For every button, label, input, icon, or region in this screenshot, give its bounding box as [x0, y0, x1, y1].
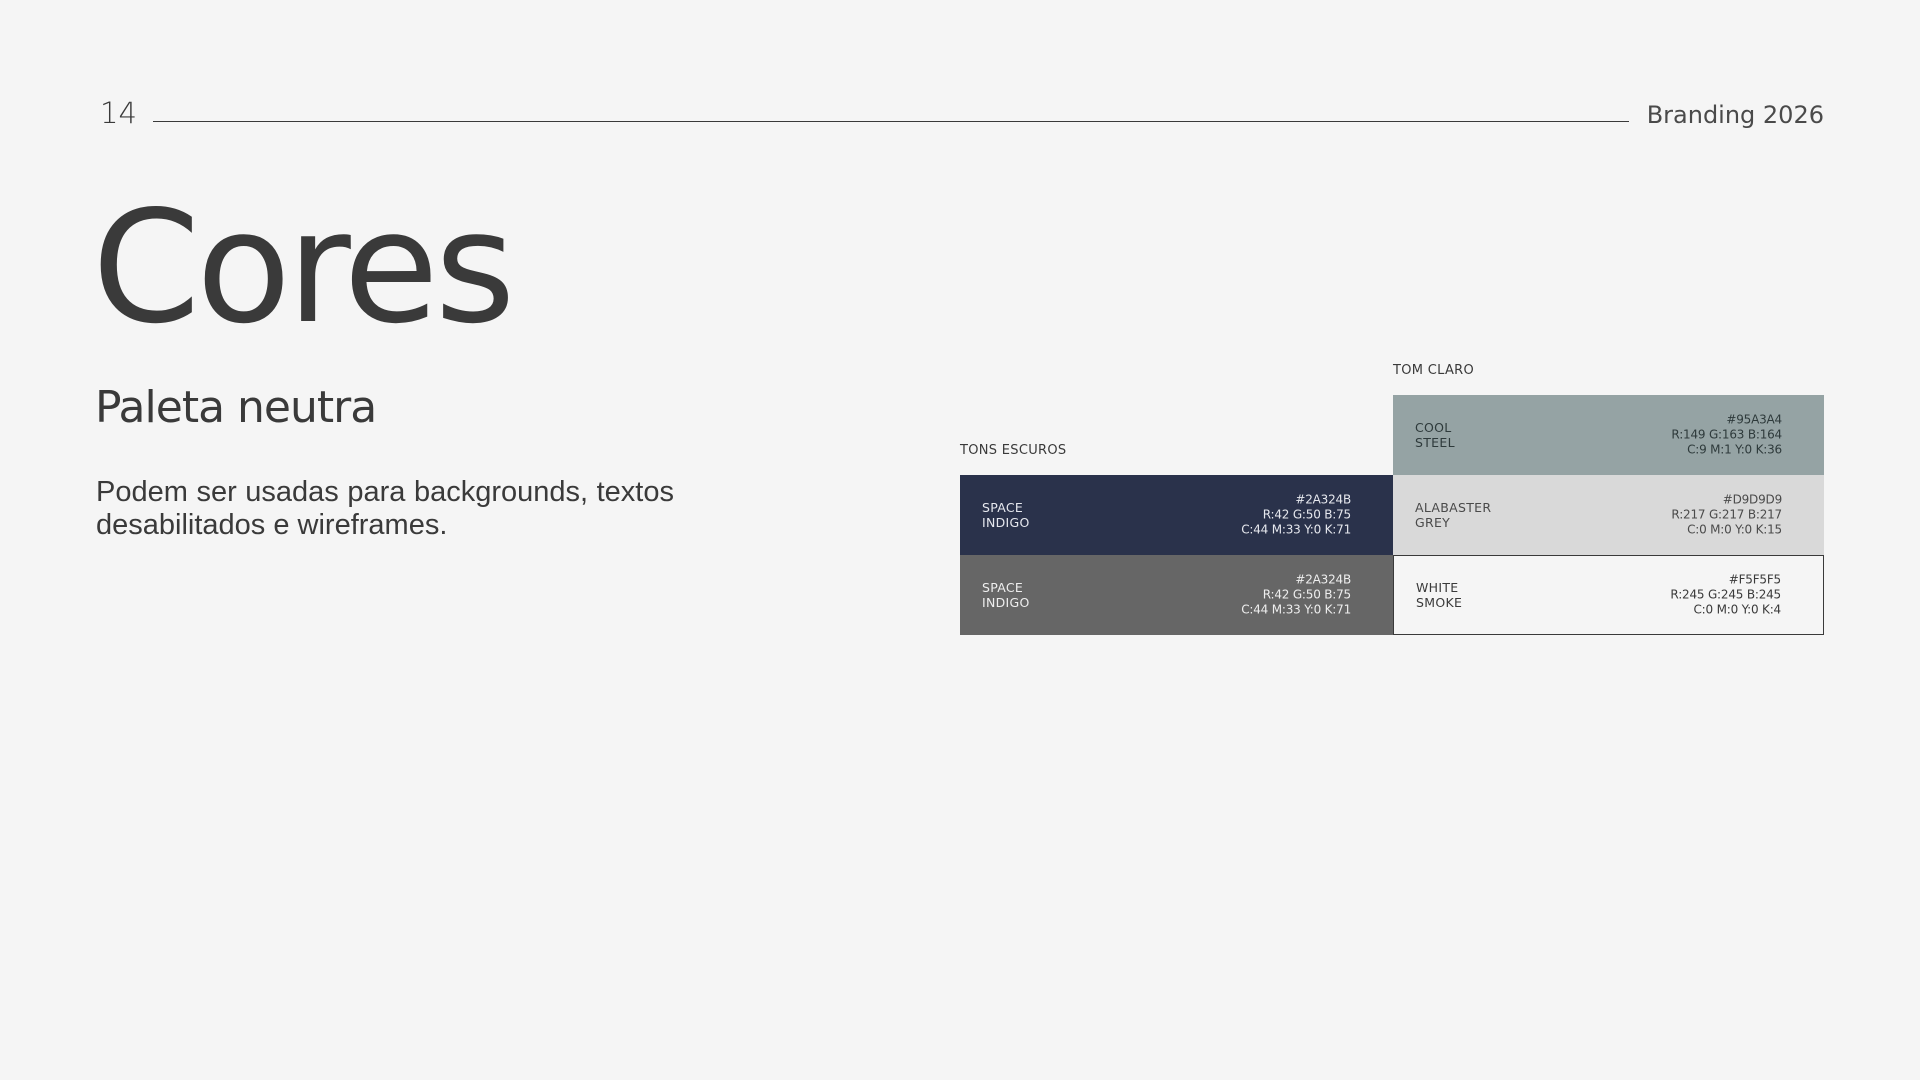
brand-label: Branding 2026 — [1646, 101, 1824, 129]
swatch-codes: #2A324B R:42 G:50 B:75 C:44 M:33 Y:0 K:7… — [1241, 493, 1351, 538]
swatch-name-line2: INDIGO — [982, 515, 1030, 530]
header-divider — [153, 121, 1629, 122]
swatch-rgb: R:245 G:245 B:245 — [1670, 587, 1781, 602]
swatch-name-line2: STEEL — [1415, 435, 1455, 450]
swatch-rgb: R:217 G:217 B:217 — [1671, 507, 1782, 522]
swatch-codes: #D9D9D9 R:217 G:217 B:217 C:0 M:0 Y:0 K:… — [1671, 493, 1782, 538]
swatch-cmyk: C:9 M:1 Y:0 K:36 — [1687, 442, 1782, 457]
page-title: Cores — [92, 177, 515, 358]
swatch-cmyk: C:44 M:33 Y:0 K:71 — [1241, 522, 1351, 537]
swatch-hex: #2A324B — [1295, 572, 1351, 587]
description-text: Podem ser usadas para backgrounds, texto… — [96, 476, 674, 541]
swatch-name: SPACE INDIGO — [982, 500, 1030, 530]
swatch-space-indigo: SPACE INDIGO #2A324B R:42 G:50 B:75 C:44… — [960, 475, 1393, 555]
page-number: 14 — [100, 96, 137, 130]
swatch-rgb: R:149 G:163 B:164 — [1671, 427, 1782, 442]
swatch-alabaster-grey: ALABASTER GREY #D9D9D9 R:217 G:217 B:217… — [1393, 475, 1824, 555]
swatch-cmyk: C:44 M:33 Y:0 K:71 — [1241, 602, 1351, 617]
swatch-name-line2: SMOKE — [1416, 595, 1463, 610]
swatch-name-line1: SPACE — [982, 500, 1024, 515]
dark-tones-label: TONS ESCUROS — [960, 443, 1067, 458]
swatch-name-line1: SPACE — [982, 580, 1024, 595]
light-tone-label: TOM CLARO — [1393, 363, 1474, 378]
swatch-name-line1: WHITE — [1416, 580, 1459, 595]
swatch-hex: #D9D9D9 — [1722, 492, 1782, 507]
swatch-hex: #2A324B — [1295, 492, 1351, 507]
section-subtitle: Paleta neutra — [95, 382, 377, 433]
swatch-codes: #95A3A4 R:149 G:163 B:164 C:9 M:1 Y:0 K:… — [1671, 413, 1782, 458]
swatch-name-line2: INDIGO — [982, 595, 1030, 610]
swatch-name: ALABASTER GREY — [1415, 500, 1491, 530]
swatch-cool-steel: COOL STEEL #95A3A4 R:149 G:163 B:164 C:9… — [1393, 395, 1824, 475]
swatch-white-smoke: WHITE SMOKE #F5F5F5 R:245 G:245 B:245 C:… — [1393, 555, 1824, 635]
swatch-name: COOL STEEL — [1415, 420, 1455, 450]
swatch-codes: #2A324B R:42 G:50 B:75 C:44 M:33 Y:0 K:7… — [1241, 573, 1351, 618]
swatch-codes: #F5F5F5 R:245 G:245 B:245 C:0 M:0 Y:0 K:… — [1670, 573, 1781, 618]
swatch-cmyk: C:0 M:0 Y:0 K:15 — [1687, 522, 1782, 537]
swatch-hex: #95A3A4 — [1726, 412, 1782, 427]
swatch-hex: #F5F5F5 — [1728, 572, 1781, 587]
swatch-name: WHITE SMOKE — [1416, 580, 1462, 610]
swatch-cmyk: C:0 M:0 Y:0 K:4 — [1693, 602, 1782, 617]
swatch-rgb: R:42 G:50 B:75 — [1262, 587, 1351, 602]
swatch-rgb: R:42 G:50 B:75 — [1262, 507, 1351, 522]
swatch-name: SPACE INDIGO — [982, 580, 1030, 610]
swatch-space-indigo-grey: SPACE INDIGO #2A324B R:42 G:50 B:75 C:44… — [960, 555, 1393, 635]
swatch-name-line2: GREY — [1415, 515, 1451, 530]
slide-page: 14 Branding 2026 Cores Paleta neutra Pod… — [0, 0, 1920, 1080]
swatch-name-line1: ALABASTER — [1415, 500, 1492, 515]
swatch-name-line1: COOL — [1415, 420, 1452, 435]
